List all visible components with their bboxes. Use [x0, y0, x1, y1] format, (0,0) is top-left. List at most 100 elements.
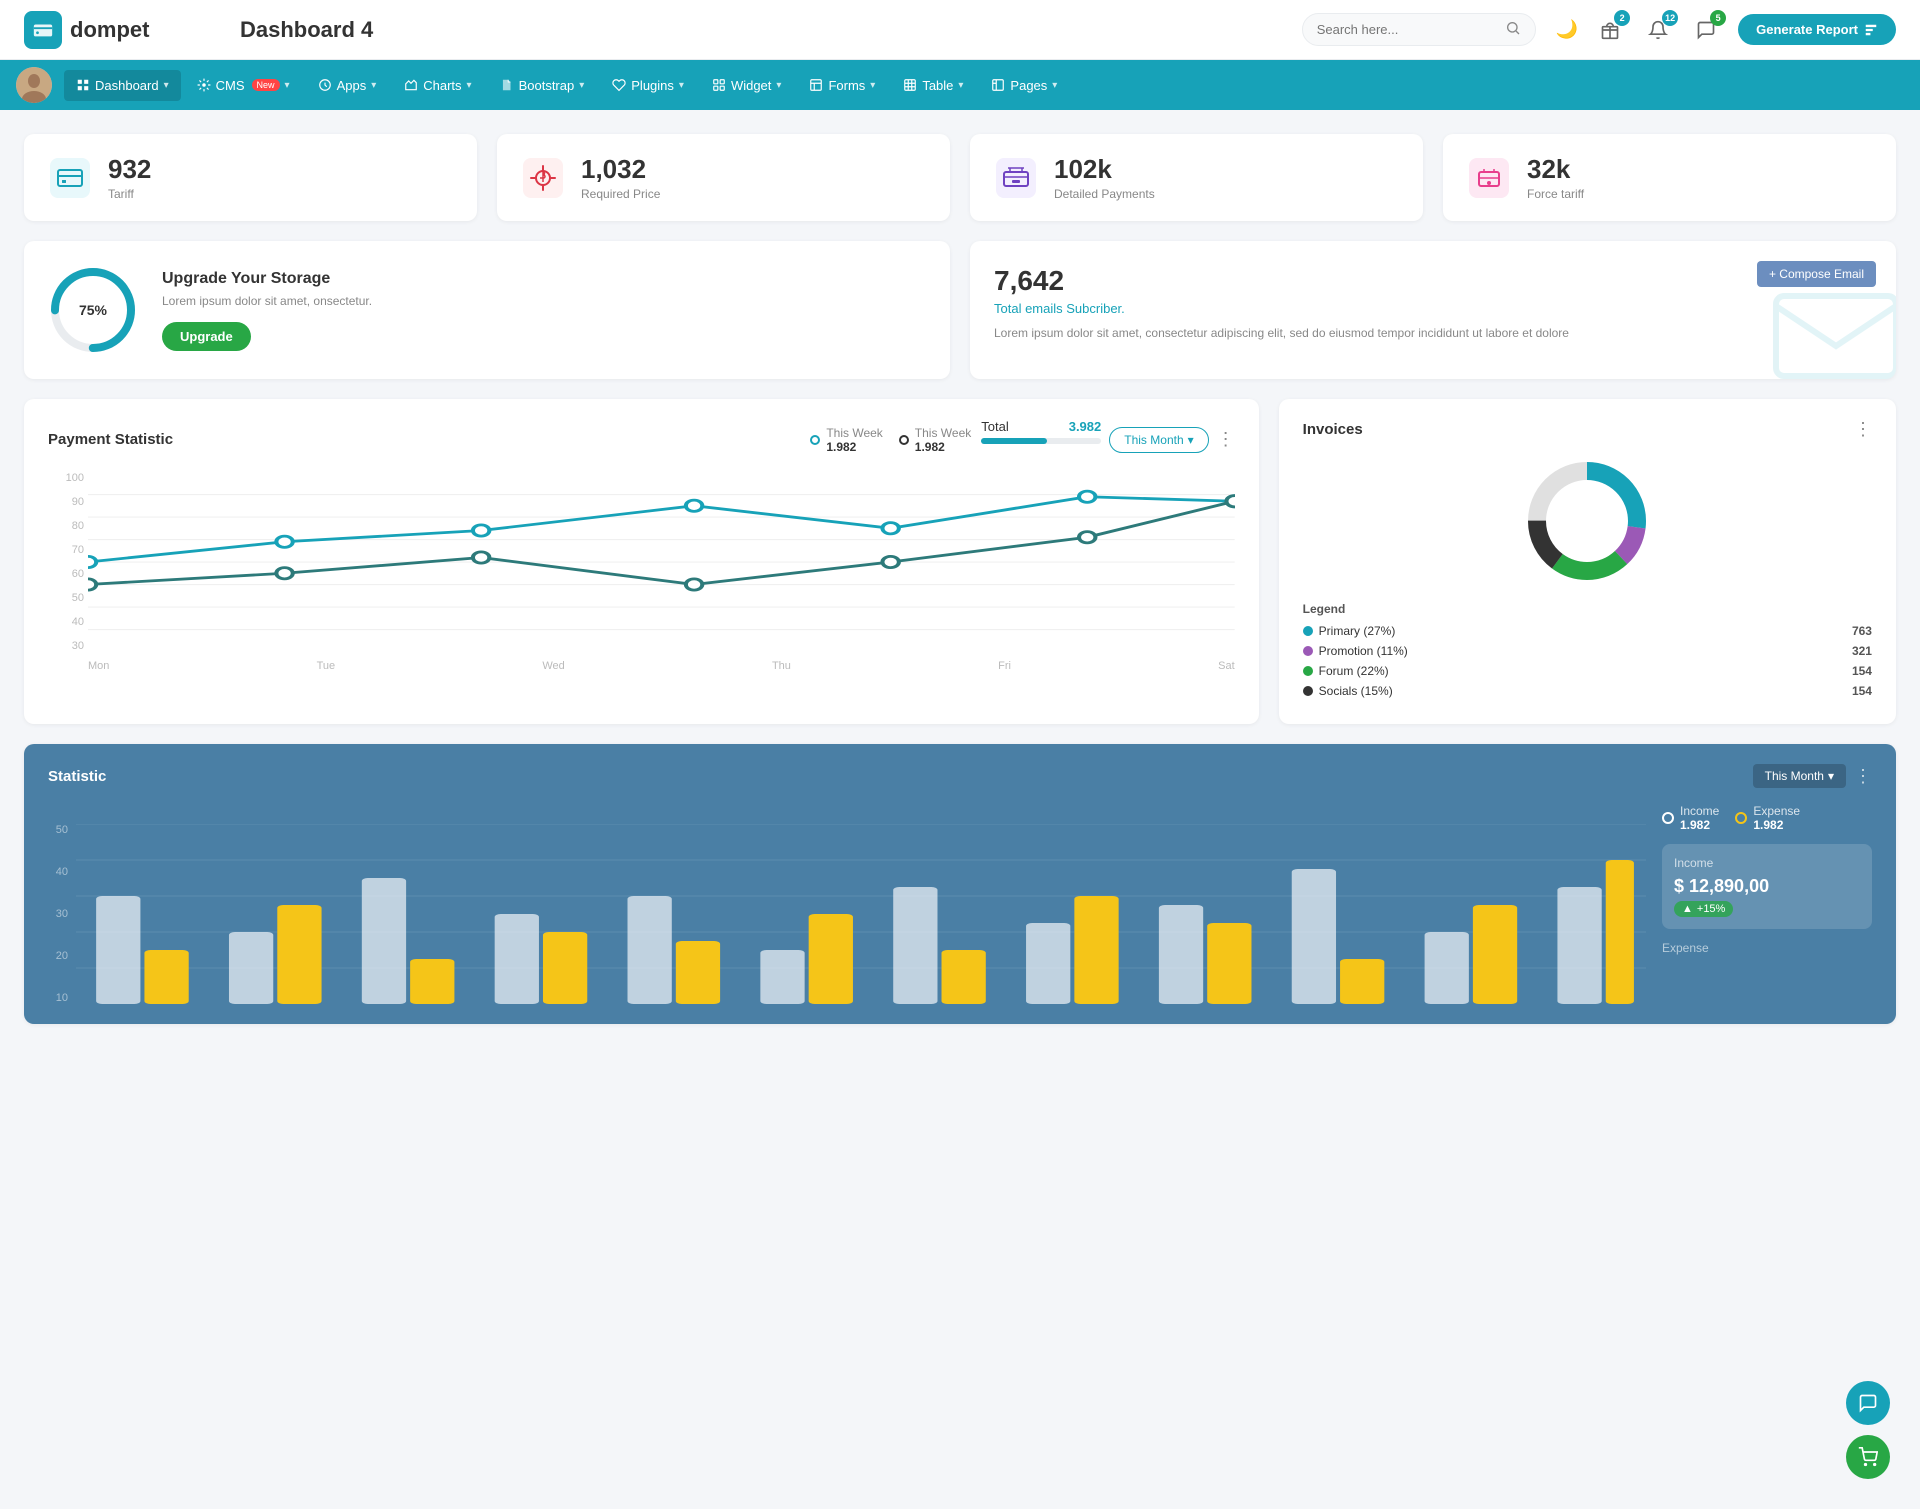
invoices-header: Invoices ⋮: [1303, 419, 1872, 440]
legend-title: Legend: [1303, 602, 1872, 616]
detailed-payments-icon: [994, 156, 1038, 200]
nav-item-table[interactable]: Table ▾: [891, 70, 975, 101]
legend-count-socials: 154: [1852, 684, 1872, 698]
email-description: Lorem ipsum dolor sit amet, consectetur …: [994, 324, 1872, 342]
legend-row-socials: Socials (15%) 154: [1303, 684, 1872, 698]
payment-progress-bar: [981, 438, 1101, 444]
nav-item-dashboard[interactable]: Dashboard ▾: [64, 70, 181, 101]
this-month-filter-btn[interactable]: This Month ▾: [1109, 427, 1208, 453]
nav-item-cms[interactable]: CMS New ▾: [185, 70, 302, 101]
statistic-filter-btn[interactable]: This Month ▾: [1753, 764, 1846, 788]
legend-count-promotion: 321: [1852, 644, 1872, 658]
legend-dot-primary: [1303, 626, 1313, 636]
legend-this-week-2: This Week 1.982: [915, 426, 971, 454]
legend-label-promotion: Promotion (11%): [1319, 644, 1408, 658]
bar-y-axis: 5040302010: [48, 824, 68, 1004]
statistic-body: 5040302010: [48, 804, 1872, 1004]
bell-icon-btn[interactable]: 12: [1642, 14, 1674, 46]
nav-item-widget[interactable]: Widget ▾: [700, 70, 794, 101]
nav-item-apps[interactable]: Apps ▾: [306, 70, 389, 101]
tariff-info: 932 Tariff: [108, 154, 151, 201]
income-badge: ▲ +15%: [1674, 901, 1733, 917]
storage-info: Upgrade Your Storage Lorem ipsum dolor s…: [162, 270, 372, 351]
statistic-header: Statistic This Month ▾ ⋮: [48, 764, 1872, 788]
stat-cards-row: 932 Tariff 1,032 Required Price: [24, 134, 1896, 221]
legend-row-promotion: Promotion (11%) 321: [1303, 644, 1872, 658]
payment-card: Payment Statistic This Week 1.982: [24, 399, 1259, 724]
top-header: dompet Dashboard 4 🌙 2 12 5 Generate Rep…: [0, 0, 1920, 60]
detailed-payments-card: 102k Detailed Payments: [970, 134, 1423, 221]
cms-arrow: ▾: [285, 80, 290, 91]
stat-legend-row: Income 1.982 Expense 1.982: [1662, 804, 1872, 832]
invoices-menu-dots[interactable]: ⋮: [1854, 419, 1872, 440]
legend-dot-socials: [1303, 686, 1313, 696]
fab-cart-button[interactable]: [1846, 1435, 1890, 1479]
bar-chart-container: 5040302010: [48, 804, 1646, 1004]
line-chart-svg: [88, 472, 1235, 652]
expense-legend: Expense 1.982: [1735, 804, 1800, 832]
expense-legend-dot: [1735, 812, 1747, 824]
dashboard-arrow: ▾: [164, 80, 169, 91]
force-tariff-icon: [1467, 156, 1511, 200]
donut-chart-container: [1303, 456, 1872, 586]
legend-dot-forum: [1303, 666, 1313, 676]
bell-badge: 12: [1662, 10, 1678, 26]
detailed-payments-info: 102k Detailed Payments: [1054, 154, 1155, 201]
statistic-menu-dots[interactable]: ⋮: [1854, 766, 1872, 787]
storage-card: 75% Upgrade Your Storage Lorem ipsum dol…: [24, 241, 950, 379]
x-axis: MonTueWedThuFriSat: [88, 660, 1235, 672]
income-box-title: Income: [1674, 856, 1860, 870]
legend-this-week-1: This Week 1.982: [826, 426, 882, 454]
donut-chart-svg: [1522, 456, 1652, 586]
chat-badge: 5: [1710, 10, 1726, 26]
search-area: [1302, 13, 1536, 46]
nav-item-charts[interactable]: Charts ▾: [392, 70, 483, 101]
apps-arrow: ▾: [371, 80, 376, 91]
chat-icon-btn[interactable]: 5: [1690, 14, 1722, 46]
statistic-right-panel: Income 1.982 Expense 1.982 Income: [1662, 804, 1872, 955]
logo-text: dompet: [70, 17, 149, 43]
email-count: 7,642: [994, 265, 1872, 297]
legend-row-primary: Primary (27%) 763: [1303, 624, 1872, 638]
storage-percent-label: 75%: [79, 302, 107, 318]
nav-item-bootstrap[interactable]: Bootstrap ▾: [488, 70, 597, 101]
plugins-arrow: ▾: [679, 80, 684, 91]
nav-item-forms[interactable]: Forms ▾: [797, 70, 887, 101]
tariff-icon: [48, 156, 92, 200]
main-content: 932 Tariff 1,032 Required Price: [0, 110, 1920, 1048]
legend-item-dark: This Week 1.982: [899, 426, 971, 454]
gift-badge: 2: [1614, 10, 1630, 26]
fab-chat-button[interactable]: [1846, 1381, 1890, 1425]
force-tariff-info: 32k Force tariff: [1527, 154, 1584, 201]
gift-icon-btn[interactable]: 2: [1594, 14, 1626, 46]
nav-item-pages[interactable]: Pages ▾: [979, 70, 1069, 101]
generate-report-button[interactable]: Generate Report: [1738, 14, 1896, 45]
required-price-card: 1,032 Required Price: [497, 134, 950, 221]
legend-label-socials: Socials (15%): [1319, 684, 1393, 698]
charts-row: Payment Statistic This Week 1.982: [24, 399, 1896, 724]
legend-row-forum: Forum (22%) 154: [1303, 664, 1872, 678]
income-legend: Income 1.982: [1662, 804, 1719, 832]
required-price-info: 1,032 Required Price: [581, 154, 660, 201]
legend-dot-teal: [810, 435, 820, 445]
email-card: + Compose Email 7,642 Total emails Subcr…: [970, 241, 1896, 379]
fab-buttons: [1846, 1381, 1890, 1479]
search-input[interactable]: [1317, 22, 1497, 37]
forms-arrow: ▾: [870, 80, 875, 91]
storage-progress-circle: 75%: [48, 265, 138, 355]
dark-mode-toggle[interactable]: 🌙: [1556, 19, 1578, 40]
income-box: Income $ 12,890,00 ▲ +15%: [1662, 844, 1872, 929]
bar-chart-svg: [76, 824, 1646, 1004]
y-axis: 10090807060504030: [48, 472, 84, 652]
email-subtitle: Total emails Subcriber.: [994, 301, 1872, 316]
pages-arrow: ▾: [1052, 80, 1057, 91]
payment-menu-dots[interactable]: ⋮: [1217, 429, 1235, 450]
upgrade-button[interactable]: Upgrade: [162, 322, 251, 351]
required-price-icon: [521, 156, 565, 200]
search-icon[interactable]: [1505, 20, 1521, 39]
nav-item-plugins[interactable]: Plugins ▾: [600, 70, 696, 101]
bootstrap-arrow: ▾: [579, 80, 584, 91]
middle-row: 75% Upgrade Your Storage Lorem ipsum dol…: [24, 241, 1896, 379]
charts-arrow: ▾: [467, 80, 472, 91]
table-arrow: ▾: [958, 80, 963, 91]
